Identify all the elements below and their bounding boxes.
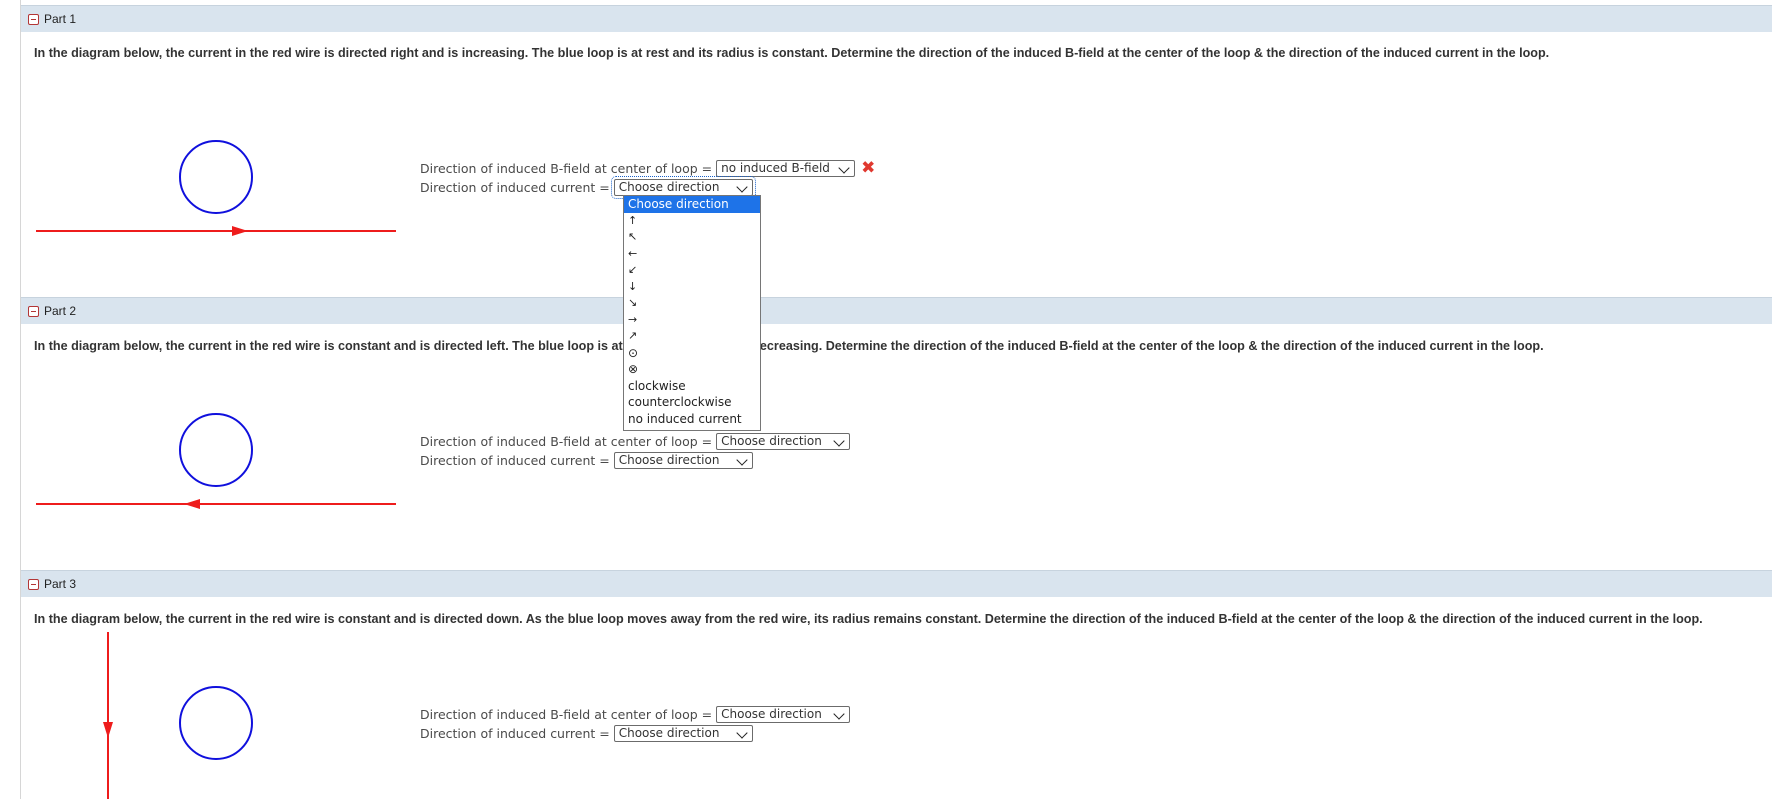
option-out-of-page[interactable]: ⊙ <box>624 345 760 362</box>
bfield-answer-row: Direction of induced B-field at center o… <box>420 159 875 177</box>
part-1-diagram <box>36 140 396 236</box>
current-answer-row: Direction of induced current = Choose di… <box>420 451 753 469</box>
bfield-label: Direction of induced B-field at center o… <box>420 433 713 449</box>
question-text: In the diagram below, the current in the… <box>34 46 1550 60</box>
option-no-induced-current[interactable]: no induced current <box>624 411 760 428</box>
current-select[interactable]: Choose direction <box>613 451 753 469</box>
part-2-diagram <box>36 413 396 509</box>
option-arrow-up[interactable]: ↑ <box>624 213 760 230</box>
collapse-minus-icon[interactable] <box>28 578 39 590</box>
current-label: Direction of induced current = <box>420 725 610 741</box>
collapse-minus-icon[interactable] <box>28 13 39 25</box>
bfield-label: Direction of induced B-field at center o… <box>420 160 713 176</box>
bfield-select[interactable]: Choose direction <box>716 705 851 723</box>
part-title: Part 2 <box>44 304 77 318</box>
option-clockwise[interactable]: clockwise <box>624 378 760 395</box>
bfield-selected-value: Choose direction <box>721 433 822 448</box>
current-arrow-left-icon <box>184 499 200 509</box>
chevron-down-icon <box>736 180 748 193</box>
bfield-select[interactable]: no induced B-field <box>716 159 856 177</box>
bfield-answer-row: Direction of induced B-field at center o… <box>420 432 851 450</box>
chevron-down-icon <box>736 453 748 466</box>
chevron-down-icon <box>833 707 845 720</box>
current-arrow-right-icon <box>232 226 248 236</box>
bfield-select[interactable]: Choose direction <box>716 432 851 450</box>
current-selected-value: Choose direction <box>618 725 720 740</box>
option-arrow-up-right[interactable]: ↗ <box>624 328 760 345</box>
incorrect-x-icon: ✖ <box>861 158 876 178</box>
part-3-diagram <box>103 632 253 799</box>
chevron-down-icon <box>736 726 748 739</box>
current-answer-row: Direction of induced current = Choose di… <box>420 175 756 199</box>
option-arrow-down-left[interactable]: ↙ <box>624 262 760 279</box>
bfield-selected-value: Choose direction <box>721 706 822 721</box>
chevron-down-icon <box>838 161 850 174</box>
bfield-label: Direction of induced B-field at center o… <box>420 706 713 722</box>
current-label: Direction of induced current = <box>420 452 610 468</box>
option-choose-direction[interactable]: Choose direction <box>624 196 760 213</box>
chevron-down-icon <box>833 434 845 447</box>
current-label: Direction of induced current = <box>420 179 610 195</box>
current-select[interactable]: Choose direction <box>610 175 756 199</box>
direction-dropdown-list[interactable]: Choose direction ↑ ↖ ← ↙ ↓ ↘ → ↗ ⊙ ⊗ clo… <box>623 195 761 431</box>
option-arrow-up-left[interactable]: ↖ <box>624 229 760 246</box>
bfield-selected-value: no induced B-field <box>721 160 830 175</box>
part-title: Part 1 <box>44 12 77 26</box>
blue-loop <box>179 686 253 760</box>
part-2-header[interactable]: Part 2 <box>21 297 1772 324</box>
blue-loop <box>179 140 253 214</box>
collapse-minus-icon[interactable] <box>28 305 39 317</box>
option-arrow-right[interactable]: → <box>624 312 760 329</box>
current-selected-value: Choose direction <box>618 452 720 467</box>
option-arrow-down[interactable]: ↓ <box>624 279 760 296</box>
part-1-header[interactable]: Part 1 <box>21 5 1772 32</box>
option-counterclockwise[interactable]: counterclockwise <box>624 394 760 411</box>
option-arrow-left[interactable]: ← <box>624 246 760 263</box>
question-text: In the diagram below, the current in the… <box>34 339 1544 353</box>
part-title: Part 3 <box>44 577 77 591</box>
option-into-page[interactable]: ⊗ <box>624 361 760 378</box>
current-selected-value: Choose direction <box>618 179 720 194</box>
option-arrow-down-right[interactable]: ↘ <box>624 295 760 312</box>
blue-loop <box>179 413 253 487</box>
question-text: In the diagram below, the current in the… <box>34 612 1703 626</box>
current-answer-row: Direction of induced current = Choose di… <box>420 724 753 742</box>
part-3-header[interactable]: Part 3 <box>21 570 1772 597</box>
bfield-answer-row: Direction of induced B-field at center o… <box>420 705 851 723</box>
current-select[interactable]: Choose direction <box>613 724 753 742</box>
current-arrow-down-icon <box>103 722 113 738</box>
